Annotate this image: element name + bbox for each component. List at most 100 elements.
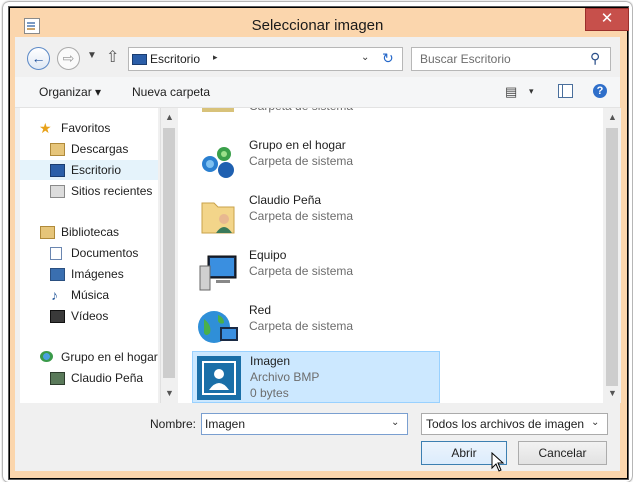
file-type: Carpeta de sistema	[249, 209, 354, 223]
file-type: Carpeta de sistema	[249, 108, 353, 113]
nav-libraries-label: Bibliotecas	[61, 225, 120, 239]
recent-locations-dropdown[interactable]: ▼	[87, 50, 97, 61]
file-list: Carpeta de sistema Grupo en el hogar Car…	[178, 108, 603, 403]
scroll-up-icon[interactable]: ▲	[608, 112, 617, 122]
navigation-pane: ★ Favoritos Descargas Escritorio Sitios …	[20, 108, 158, 403]
file-name: Grupo en el hogar	[249, 138, 346, 152]
star-icon: ★	[39, 120, 52, 136]
file-name: Claudio Peña	[249, 193, 322, 207]
nav-item-label: Imágenes	[71, 267, 124, 281]
nav-item-escritorio[interactable]: Escritorio	[20, 160, 158, 180]
forward-button[interactable]: ⇨	[57, 47, 80, 70]
user-folder-icon	[201, 202, 235, 234]
up-button[interactable]: ⇧	[106, 47, 119, 67]
network-icon	[198, 311, 238, 343]
title-bar[interactable]: Seleccionar imagen	[8, 6, 627, 36]
scroll-down-icon[interactable]: ▼	[608, 388, 617, 398]
recent-places-icon	[50, 185, 65, 198]
file-type: Carpeta de sistema	[249, 319, 354, 333]
view-options-dropdown[interactable]: ▾	[529, 86, 534, 97]
nav-item-videos[interactable]: Vídeos	[20, 306, 158, 326]
file-item-red[interactable]: Red Carpeta de sistema	[192, 301, 438, 353]
nav-item-label: Sitios recientes	[71, 184, 153, 198]
nav-item-musica[interactable]: ♪ Música	[20, 285, 158, 305]
window-title: Seleccionar imagen	[251, 17, 384, 34]
nav-item-label: Documentos	[71, 246, 139, 260]
homegroup-icon	[202, 147, 234, 178]
organize-button[interactable]: Organizar ▾	[39, 85, 101, 99]
scroll-down-icon[interactable]: ▼	[165, 388, 174, 398]
file-type: Archivo BMP	[250, 370, 320, 384]
change-view-icon[interactable]: ▤	[505, 84, 517, 100]
help-icon[interactable]: ?	[593, 84, 607, 98]
nav-item-sitios-recientes[interactable]: Sitios recientes	[20, 181, 158, 201]
nav-item-descargas[interactable]: Descargas	[20, 139, 158, 159]
nav-item-label: Música	[71, 288, 110, 302]
mouse-cursor-icon	[491, 452, 505, 472]
address-location[interactable]: Escritorio	[150, 52, 200, 66]
cancel-button[interactable]: Cancelar	[518, 441, 607, 465]
nav-favorites[interactable]: ★ Favoritos	[20, 118, 158, 138]
libraries-icon	[40, 226, 55, 239]
desktop-icon	[132, 54, 147, 65]
scrollbar-thumb[interactable]	[606, 128, 618, 386]
file-type-value[interactable]: Todos los archivos de imagen	[426, 417, 584, 431]
file-name: Red	[249, 303, 272, 317]
refresh-icon[interactable]: ↻	[382, 50, 394, 67]
file-item-claudio-pena[interactable]: Claudio Peña Carpeta de sistema	[192, 191, 438, 243]
nav-item-label: Escritorio	[71, 163, 122, 177]
file-list-scrollbar[interactable]: ▲ ▼	[604, 108, 621, 403]
search-placeholder: Buscar Escritorio	[420, 52, 511, 66]
nav-item-imagenes[interactable]: Imágenes	[20, 264, 158, 284]
downloads-icon	[50, 143, 65, 156]
file-item-grupo-en-el-hogar[interactable]: Grupo en el hogar Carpeta de sistema	[192, 136, 438, 188]
computer-icon	[199, 255, 237, 291]
new-folder-button[interactable]: Nueva carpeta	[132, 85, 210, 99]
pictures-icon	[50, 268, 65, 281]
preview-pane-icon[interactable]	[558, 84, 573, 98]
scrollbar-thumb[interactable]	[163, 128, 175, 378]
chevron-down-icon[interactable]: ⌄	[591, 417, 599, 428]
nav-item-documentos[interactable]: Documentos	[20, 243, 158, 263]
file-item-equipo[interactable]: Equipo Carpeta de sistema	[192, 246, 438, 298]
search-icon[interactable]: ⚲	[590, 50, 600, 67]
desktop-icon	[50, 164, 65, 177]
address-dropdown-icon[interactable]: ⌄	[361, 52, 369, 63]
videos-icon	[50, 310, 65, 323]
back-button[interactable]: ←	[27, 47, 50, 70]
address-bar[interactable]: Escritorio ▸ ⌄ ↻	[128, 47, 403, 71]
file-name-combobox[interactable]: Imagen ⌄	[201, 413, 408, 435]
chevron-down-icon[interactable]: ⌄	[391, 417, 399, 428]
close-button[interactable]: ✕	[585, 8, 629, 31]
nav-libraries[interactable]: Bibliotecas	[20, 222, 158, 242]
file-item-imagen[interactable]: Imagen Archivo BMP 0 bytes	[192, 351, 440, 403]
music-icon: ♪	[51, 287, 58, 303]
arrow-right-icon: ⇨	[62, 50, 75, 66]
chevron-down-icon: ▼	[87, 50, 97, 61]
file-name-value[interactable]: Imagen	[205, 417, 245, 431]
nav-homegroup-label: Grupo en el hogar	[61, 350, 158, 364]
arrow-up-icon: ⇧	[106, 49, 120, 66]
bmp-image-icon	[197, 356, 241, 400]
navigation-scrollbar[interactable]: ▲ ▼	[160, 108, 178, 403]
nav-item-label: Vídeos	[71, 309, 109, 323]
file-size: 0 bytes	[250, 386, 289, 400]
nav-item-claudio-pena[interactable]: Claudio Peña	[20, 368, 158, 388]
file-type-select[interactable]: Todos los archivos de imagen ⌄	[421, 413, 608, 435]
documents-icon	[50, 247, 62, 260]
file-name: Imagen	[250, 354, 291, 368]
file-type: Carpeta de sistema	[249, 154, 354, 168]
nav-favorites-label: Favoritos	[61, 121, 111, 135]
file-name: Equipo	[249, 248, 287, 262]
scroll-up-icon[interactable]: ▲	[165, 112, 174, 122]
search-input[interactable]: Buscar Escritorio ⚲	[411, 47, 611, 71]
file-name-label: Nombre:	[150, 417, 197, 431]
nav-item-label: Claudio Peña	[71, 371, 144, 385]
nav-homegroup[interactable]: Grupo en el hogar	[20, 347, 158, 367]
user-icon	[50, 372, 65, 385]
command-toolbar: Organizar ▾ Nueva carpeta ▤ ▾ ?	[15, 77, 620, 108]
homegroup-icon	[40, 351, 53, 362]
breadcrumb-chevron-icon[interactable]: ▸	[213, 52, 218, 63]
arrow-left-icon: ←	[31, 50, 46, 66]
nav-item-label: Descargas	[71, 142, 129, 156]
